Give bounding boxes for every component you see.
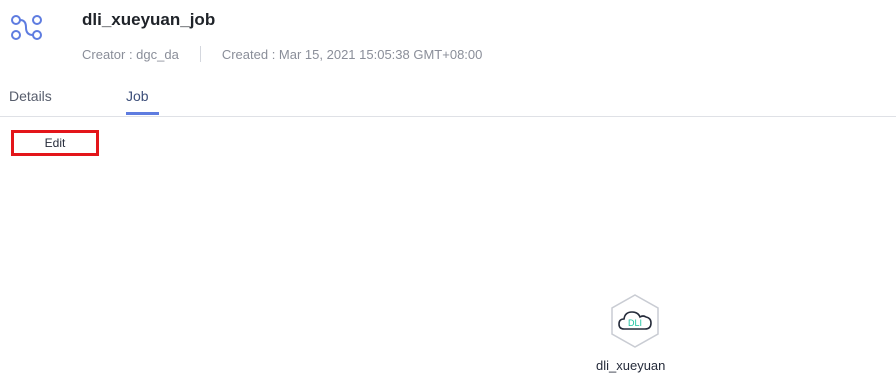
creator-text: Creator : dgc_da: [82, 46, 179, 62]
active-tab-indicator: [126, 112, 159, 115]
meta-divider: [199, 46, 201, 62]
tab-details[interactable]: Details: [9, 88, 52, 104]
job-meta: Creator : dgc_da Created : Mar 15, 2021 …: [82, 46, 482, 62]
job-detail-page: dli_xueyuan_job Creator : dgc_da Created…: [0, 0, 896, 376]
tab-bar: Details Job: [0, 84, 896, 117]
dli-icon-text: DLI: [628, 318, 642, 328]
dli-cloud-icon: DLI: [611, 294, 659, 348]
workflow-icon: [10, 14, 44, 42]
edit-button[interactable]: Edit: [11, 130, 99, 156]
tab-job[interactable]: Job: [126, 88, 149, 104]
node-label: dli_xueyuan: [596, 358, 666, 373]
dli-node[interactable]: DLI: [610, 294, 660, 348]
job-title: dli_xueyuan_job: [82, 10, 216, 29]
created-text: Created : Mar 15, 2021 15:05:38 GMT+08:0…: [221, 46, 483, 62]
